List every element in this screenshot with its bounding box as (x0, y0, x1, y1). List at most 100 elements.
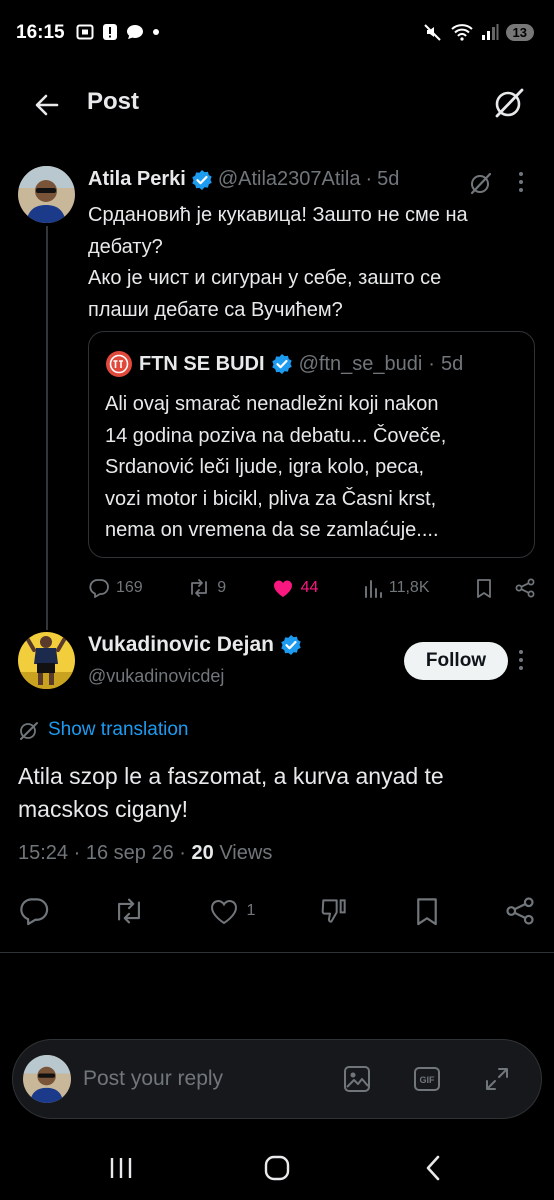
share-icon[interactable] (514, 577, 536, 599)
grok-icon (495, 88, 524, 118)
gif-icon: GIF (414, 1067, 440, 1091)
views-button[interactable]: 11,8K (363, 578, 430, 598)
add-gif-button[interactable]: GIF (413, 1065, 441, 1093)
translate-icon (20, 722, 38, 740)
page-title: Post (87, 88, 140, 115)
avatar-photo (18, 632, 75, 689)
author-handle[interactable]: @Atila2307Atila (218, 168, 361, 191)
repost-button[interactable]: 9 (187, 577, 226, 599)
tweet2-text: Atila szop le a faszomat, a kurva anyad … (18, 760, 538, 826)
mute-icon (423, 24, 441, 41)
share-icon[interactable] (504, 895, 536, 927)
tweet1-header: Atila Perki @Atila2307Atila · 5d (88, 168, 399, 191)
divider (0, 952, 554, 953)
quote-line: vozi motor i bicikl, pliva za Časni krst… (105, 487, 437, 510)
quote-age: 5d (440, 352, 464, 375)
quote-line: Srdanović leči ljude, igra kolo, peca, (105, 456, 425, 478)
more-options-button[interactable] (516, 648, 526, 672)
bookmark-share-group (474, 577, 536, 599)
like-count: 1 (246, 902, 256, 919)
grok-button[interactable] (492, 86, 526, 120)
back-button[interactable] (30, 88, 64, 122)
recents-icon (110, 1158, 132, 1178)
reply-icon (89, 579, 109, 598)
status-bar: 16:15 13 (0, 0, 554, 66)
bookmark-icon[interactable] (474, 577, 494, 599)
separator-dot: · (428, 352, 435, 375)
quote-author-name: FTN SE BUDI (139, 352, 265, 375)
avatar-vukadinovic-dejan[interactable] (18, 632, 75, 689)
image-icon (344, 1066, 370, 1092)
verified-badge-icon (281, 635, 301, 655)
quoted-tweet-card[interactable]: FTN SE BUDI @ftn_se_budi · 5d Ali ovaj s… (88, 331, 535, 558)
alert-icon (103, 24, 117, 40)
tweet1-text: Срдановић је кукавица! Зашто не сме на д… (88, 200, 528, 326)
show-translation-label: Show translation (48, 719, 189, 740)
system-back-button[interactable] (424, 1155, 442, 1181)
quote-line: 14 godina poziva na debatu... Čoveče, (105, 424, 447, 447)
tweet-line: Срдановић је кукавица! Зашто не сме на (88, 204, 468, 226)
tweet-line: плаши дебате са Вучићем? (88, 298, 343, 321)
reply-icon[interactable] (18, 895, 50, 927)
reply-input[interactable]: Post your reply (83, 1067, 223, 1091)
quote-header: FTN SE BUDI @ftn_se_budi · 5d (105, 350, 463, 378)
avatar-atila-perki[interactable] (18, 166, 75, 223)
home-icon (264, 1155, 290, 1181)
reply-count: 169 (116, 579, 143, 596)
avatar-photo (23, 1055, 71, 1103)
status-time: 16:15 (16, 22, 65, 43)
reply-button[interactable]: 169 (88, 577, 143, 599)
more-vertical-icon (519, 650, 523, 670)
quote-text: Ali ovaj smarač nenadležni koji nakon 14… (105, 389, 525, 547)
repost-icon[interactable] (112, 895, 146, 927)
reply-composer[interactable]: Post your reply GIF (12, 1039, 542, 1119)
author-handle[interactable]: @vukadinovicdej (88, 666, 224, 687)
chevron-left-icon (426, 1155, 440, 1181)
add-image-button[interactable] (343, 1065, 371, 1093)
follow-button[interactable]: Follow (404, 642, 508, 680)
like-button[interactable]: 1 (208, 896, 255, 926)
recents-button[interactable] (108, 1156, 134, 1180)
home-button[interactable] (264, 1155, 290, 1181)
grok-icon (470, 172, 492, 195)
show-translation-link[interactable]: Show translation (18, 719, 188, 741)
quote-author-handle: @ftn_se_budi (298, 352, 423, 375)
verified-badge-icon (192, 169, 212, 190)
tweet2-actions: 1 (18, 894, 536, 928)
heart-icon (211, 900, 238, 925)
ftn-logo-icon (106, 351, 132, 377)
screenshot-icon (76, 24, 94, 40)
bookmark-icon[interactable] (412, 895, 442, 927)
repost-icon (191, 579, 208, 597)
status-system-icons: 13 (423, 22, 534, 42)
dislike-icon[interactable] (318, 895, 350, 927)
post-age: 5d (377, 168, 400, 190)
svg-text:GIF: GIF (420, 1075, 436, 1085)
views-label: Views (219, 842, 273, 864)
battery-indicator: 13 (505, 23, 534, 41)
tweet-line: дебату? (88, 235, 163, 258)
like-button[interactable]: 44 (271, 577, 319, 599)
my-avatar (23, 1055, 71, 1103)
more-options-button[interactable] (516, 170, 526, 194)
expand-composer-button[interactable] (483, 1065, 511, 1093)
separator-dot: · (179, 842, 186, 864)
repost-count: 9 (217, 579, 227, 596)
status-notification-icons (76, 23, 160, 41)
post-meta: 15:24 · 16 sep 26 · 20 Views (18, 842, 272, 865)
tweet-line: Atila szop le a faszomat, a kurva anyad … (18, 763, 444, 789)
dot-icon (153, 29, 159, 35)
grok-tweet-button[interactable] (468, 170, 494, 196)
tweet-line: macskos cigany! (18, 796, 189, 822)
views-count: 11,8K (388, 579, 430, 596)
author-name[interactable]: Atila Perki (88, 168, 186, 191)
views-icon (364, 580, 382, 598)
like-count: 44 (300, 579, 319, 596)
views-count: 20 (191, 842, 214, 864)
signal-icon (481, 24, 499, 40)
system-nav-bar (0, 1140, 554, 1200)
separator-dot: · (73, 842, 81, 864)
author-name[interactable]: Vukadinovic Dejan (88, 633, 274, 657)
quote-line: nema on vremena da se zamlaćuje.... (105, 519, 439, 541)
chat-icon (127, 25, 143, 39)
